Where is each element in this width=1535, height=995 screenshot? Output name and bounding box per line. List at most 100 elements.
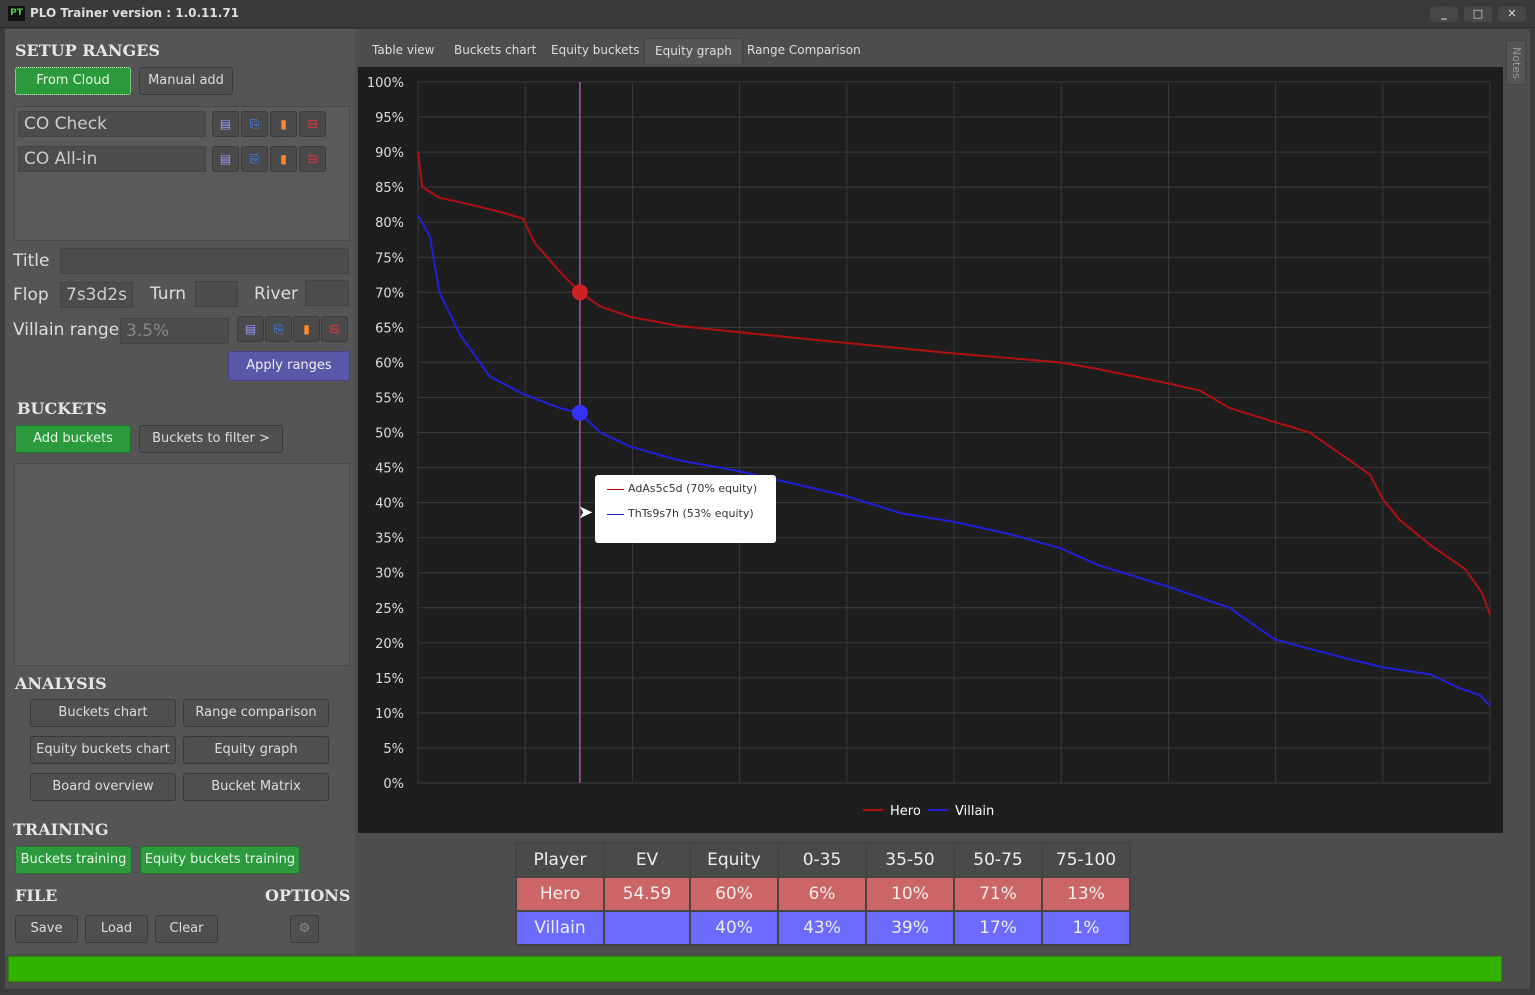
training-heading: TRAINING bbox=[13, 820, 109, 839]
apply-ranges-button[interactable]: Apply ranges bbox=[228, 351, 350, 381]
gear-icon[interactable]: ⚙ bbox=[290, 915, 319, 943]
open-file-icon[interactable]: ▤ bbox=[212, 146, 239, 172]
y-tick-label: 75% bbox=[375, 251, 404, 266]
river-input[interactable] bbox=[305, 280, 349, 306]
table-cell: 1% bbox=[1041, 910, 1131, 946]
minimize-button[interactable]: _ bbox=[1430, 6, 1458, 22]
remove-icon[interactable]: ⊟ bbox=[321, 316, 348, 342]
tab-equity-graph[interactable]: Equity graph bbox=[644, 38, 743, 64]
turn-input[interactable] bbox=[195, 281, 238, 307]
tab-equity-buckets[interactable]: Equity buckets bbox=[541, 38, 649, 64]
column-header: 0-35 bbox=[777, 842, 867, 878]
table-cell: Villain bbox=[515, 910, 605, 946]
river-label: River bbox=[254, 284, 299, 304]
table-cell: Hero bbox=[515, 876, 605, 912]
hero-highlight-point bbox=[571, 284, 588, 301]
file-heading: FILE bbox=[15, 886, 58, 905]
paste-icon[interactable]: ⎘ bbox=[241, 111, 268, 137]
remove-icon[interactable]: ⊟ bbox=[299, 111, 326, 137]
manual-add-button[interactable]: Manual add bbox=[139, 67, 233, 95]
column-header: Equity bbox=[689, 842, 779, 878]
load-button[interactable]: Load bbox=[85, 915, 148, 943]
title-label: Title bbox=[13, 251, 50, 271]
y-tick-label: 95% bbox=[375, 111, 404, 126]
y-tick-label: 70% bbox=[375, 286, 404, 301]
analysis-equity-graph-button[interactable]: Equity graph bbox=[183, 736, 329, 764]
y-tick-label: 25% bbox=[375, 602, 404, 617]
y-tick-label: 45% bbox=[375, 462, 404, 477]
table-cell: 13% bbox=[1041, 876, 1131, 912]
table-cell: 10% bbox=[865, 876, 955, 912]
range-name-field[interactable]: CO Check bbox=[18, 111, 206, 137]
open-file-icon[interactable]: ▤ bbox=[212, 111, 239, 137]
analysis-heading: ANALYSIS bbox=[15, 674, 107, 693]
table-cell: 43% bbox=[777, 910, 867, 946]
y-tick-label: 90% bbox=[375, 146, 404, 161]
legend-label: Hero bbox=[890, 804, 921, 819]
flop-input[interactable]: 7s3d2s bbox=[60, 282, 133, 308]
paste-icon[interactable]: ⎘ bbox=[265, 316, 292, 342]
flop-label: Flop bbox=[13, 285, 49, 305]
y-tick-label: 15% bbox=[375, 672, 404, 687]
range-name-field[interactable]: CO All-in bbox=[18, 146, 206, 172]
clear-button[interactable]: Clear bbox=[155, 915, 218, 943]
villain-tooltip-swatch bbox=[607, 514, 624, 515]
y-tick-label: 0% bbox=[383, 777, 404, 792]
progress-bar bbox=[8, 956, 1502, 982]
table-cell: 54.59 bbox=[603, 876, 691, 912]
table-row: Hero 54.59 60% 6% 10% 71% 13% bbox=[515, 876, 1131, 912]
analysis-equity-buckets-chart-button[interactable]: Equity buckets chart bbox=[30, 736, 176, 764]
column-header: Player bbox=[515, 842, 605, 878]
analysis-bucket-matrix-button[interactable]: Bucket Matrix bbox=[183, 773, 329, 801]
equity-chart-svg: 0% 5% 10% 15% 20% 25% 30% 35% 40% 45% 50% 55% 60% 65%… bbox=[367, 76, 1491, 819]
tab-table-view[interactable]: Table view bbox=[362, 38, 444, 64]
y-tick-label: 80% bbox=[375, 216, 404, 231]
analysis-range-comparison-button[interactable]: Range comparison bbox=[183, 699, 329, 727]
table-cell: 39% bbox=[865, 910, 955, 946]
y-tick-label: 40% bbox=[375, 497, 404, 512]
y-tick-label: 55% bbox=[375, 391, 404, 406]
from-cloud-button[interactable]: From Cloud bbox=[15, 67, 131, 95]
mouse-cursor-icon: ➤ bbox=[578, 502, 594, 523]
table-row: Villain 40% 43% 39% 17% 1% bbox=[515, 910, 1131, 946]
analysis-board-overview-button[interactable]: Board overview bbox=[30, 773, 176, 801]
table-cell: 40% bbox=[689, 910, 779, 946]
maximize-button[interactable]: □ bbox=[1464, 6, 1492, 22]
chart-tooltip: AdAs5c5d (70% equity) ThTs9s7h (53% equi… bbox=[595, 475, 776, 543]
villain-range-input[interactable]: 3.5% bbox=[120, 318, 229, 344]
add-buckets-button[interactable]: Add buckets bbox=[15, 425, 131, 453]
legend-label: Villain bbox=[955, 804, 994, 819]
open-file-icon[interactable]: ▤ bbox=[237, 316, 264, 342]
close-button[interactable]: ✕ bbox=[1498, 6, 1526, 22]
buckets-list bbox=[14, 463, 350, 666]
equity-graph: 0% 5% 10% 15% 20% 25% 30% 35% 40% 45% 50% 55% 60% 65%… bbox=[358, 67, 1503, 833]
y-tick-label: 85% bbox=[375, 181, 404, 196]
y-tick-label: 5% bbox=[383, 742, 404, 757]
column-header: 75-100 bbox=[1041, 842, 1131, 878]
tab-range-comparison[interactable]: Range Comparison bbox=[737, 38, 871, 64]
y-tick-label: 100% bbox=[367, 76, 404, 91]
tab-buckets-chart[interactable]: Buckets chart bbox=[444, 38, 546, 64]
table-cell: 6% bbox=[777, 876, 867, 912]
villain-tooltip-text: ThTs9s7h (53% equity) bbox=[628, 507, 754, 520]
column-header: 50-75 bbox=[953, 842, 1043, 878]
y-tick-label: 65% bbox=[375, 321, 404, 336]
book-icon[interactable]: ▮ bbox=[270, 146, 297, 172]
book-icon[interactable]: ▮ bbox=[293, 316, 320, 342]
save-button[interactable]: Save bbox=[15, 915, 78, 943]
app-logo: PT bbox=[8, 6, 25, 21]
table-cell bbox=[603, 910, 691, 946]
turn-label: Turn bbox=[150, 284, 187, 304]
buckets-to-filter-button[interactable]: Buckets to filter > bbox=[139, 425, 283, 453]
remove-icon[interactable]: ⊟ bbox=[299, 146, 326, 172]
analysis-buckets-chart-button[interactable]: Buckets chart bbox=[30, 699, 176, 727]
buckets-training-button[interactable]: Buckets training bbox=[15, 846, 132, 874]
paste-icon[interactable]: ⎘ bbox=[241, 146, 268, 172]
buckets-heading: BUCKETS bbox=[17, 399, 107, 418]
equity-buckets-training-button[interactable]: Equity buckets training bbox=[140, 846, 300, 874]
hero-tooltip-swatch bbox=[607, 489, 624, 490]
book-icon[interactable]: ▮ bbox=[270, 111, 297, 137]
table-header-row: Player EV Equity 0-35 35-50 50-75 75-100 bbox=[515, 842, 1131, 878]
title-input[interactable] bbox=[60, 248, 349, 274]
notes-tab[interactable]: Notes bbox=[1506, 40, 1526, 85]
